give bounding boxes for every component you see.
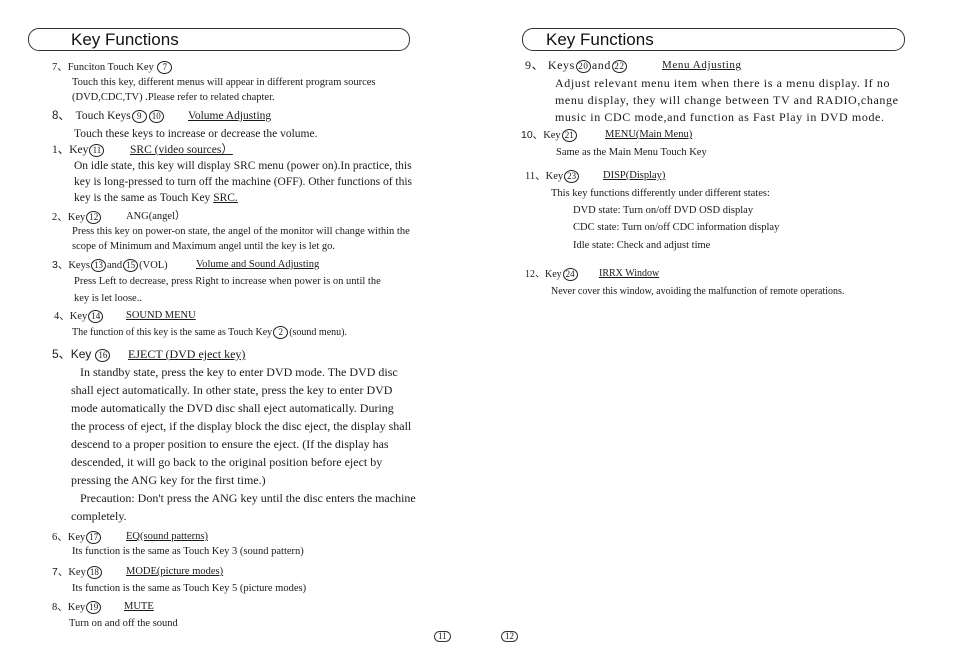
page-number: 12: [501, 631, 518, 642]
page-number: 11: [434, 631, 451, 642]
item-heading: 8、Key 19 MUTE: [52, 601, 154, 614]
page-title: Key Functions: [71, 30, 179, 49]
item-heading: 9、 Keys 20 and 22 Menu Adjusting: [525, 58, 742, 73]
item-text: Touch these keys to increase or decrease…: [74, 128, 318, 140]
item-text: Idle state: Check and adjust time: [573, 240, 711, 251]
item-text: Touch this key, different menus will app…: [72, 77, 376, 88]
item-text: Its function is the same as Touch Key 5 …: [72, 583, 307, 594]
item-text: key is the same as Touch Key SRC.: [74, 192, 238, 204]
item-text: key is let loose..: [74, 293, 142, 304]
item-text: Turn on and off the sound: [69, 618, 178, 629]
item-text: menu display, they will change between T…: [555, 93, 899, 107]
item-text: mode automatically the DVD disc shall ej…: [71, 401, 394, 415]
item-heading: 6、Key 17 EQ(sound patterns): [52, 531, 208, 544]
item-text: music in CDC mode,and function as Fast P…: [555, 110, 885, 124]
item-text: Press Left to decrease, press Right to i…: [74, 276, 381, 287]
item-heading: 3、Keys 13 and 15 (VOL) Volume and Sound Adjus…: [52, 259, 320, 273]
item-text: CDC state: Turn on/off CDC information d…: [573, 222, 780, 233]
item-text: completely.: [71, 509, 127, 523]
item-heading: 7、Funciton Touch Key 7: [52, 61, 173, 74]
item-text: Precaution: Don't press the ANG key unti…: [80, 491, 416, 505]
item-text: shall eject automatically. In other stat…: [71, 383, 393, 397]
item-heading: 8、 Touch Keys 9 10 Volume Adjusting: [52, 110, 272, 123]
item-text: On idle state, this key will display SRC…: [74, 160, 412, 172]
page-title: Key Functions: [546, 30, 654, 49]
src-link: SRC.: [213, 192, 238, 204]
item-heading: 5、Key 16 EJECT (DVD eject key): [52, 347, 246, 362]
item-heading: 2、Key 12 ANG(angel）: [52, 211, 186, 224]
item-text: The function of this key is the same as …: [72, 326, 347, 339]
item-text: Its function is the same as Touch Key 3 …: [72, 546, 304, 557]
item-text: key is long-pressed to turn off the mach…: [74, 176, 413, 188]
item-heading: 10、Key 21 MENU(Main Menu): [521, 129, 693, 143]
item-heading: 12、Key 24 IRRX Window: [525, 268, 660, 281]
left-header-box: Key Functions: [28, 28, 410, 51]
item-text: Adjust relevant menu item when there is …: [555, 76, 891, 90]
item-text: In standby state, press the key to enter…: [80, 365, 398, 379]
item-text: This key functions differently under dif…: [551, 188, 770, 199]
item-heading: 1、Key 11 SRC (video sources）: [52, 144, 233, 157]
item-text: Same as the Main Menu Touch Key: [556, 147, 707, 158]
right-header-box: Key Functions: [522, 28, 905, 51]
item-text: the process of eject, if the display blo…: [71, 419, 412, 433]
item-text: scope of Minimum and Maximum angel until…: [72, 241, 336, 252]
item-text: descend to a proper position to ensure t…: [71, 437, 389, 451]
item-heading: 4、Key 14 SOUND MENU: [54, 310, 196, 323]
manual-spread: Key Functions Key Functions 7、Funciton T…: [0, 0, 954, 669]
item-heading: 11、Key 23 DISP(Display): [525, 170, 666, 183]
item-text: DVD state: Turn on/off DVD OSD display: [573, 205, 754, 216]
item-text: Never cover this window, avoiding the ma…: [551, 286, 845, 297]
item-text: pressing the ANG key for the first time.…: [71, 473, 266, 487]
item-text: descended, it will go back to the origin…: [71, 455, 383, 469]
item-text: (DVD,CDC,TV) .Please refer to related ch…: [72, 92, 275, 103]
item-heading: 7、Key 18 MODE(picture modes): [52, 566, 224, 580]
item-text: Press this key on power-on state, the an…: [72, 226, 410, 237]
